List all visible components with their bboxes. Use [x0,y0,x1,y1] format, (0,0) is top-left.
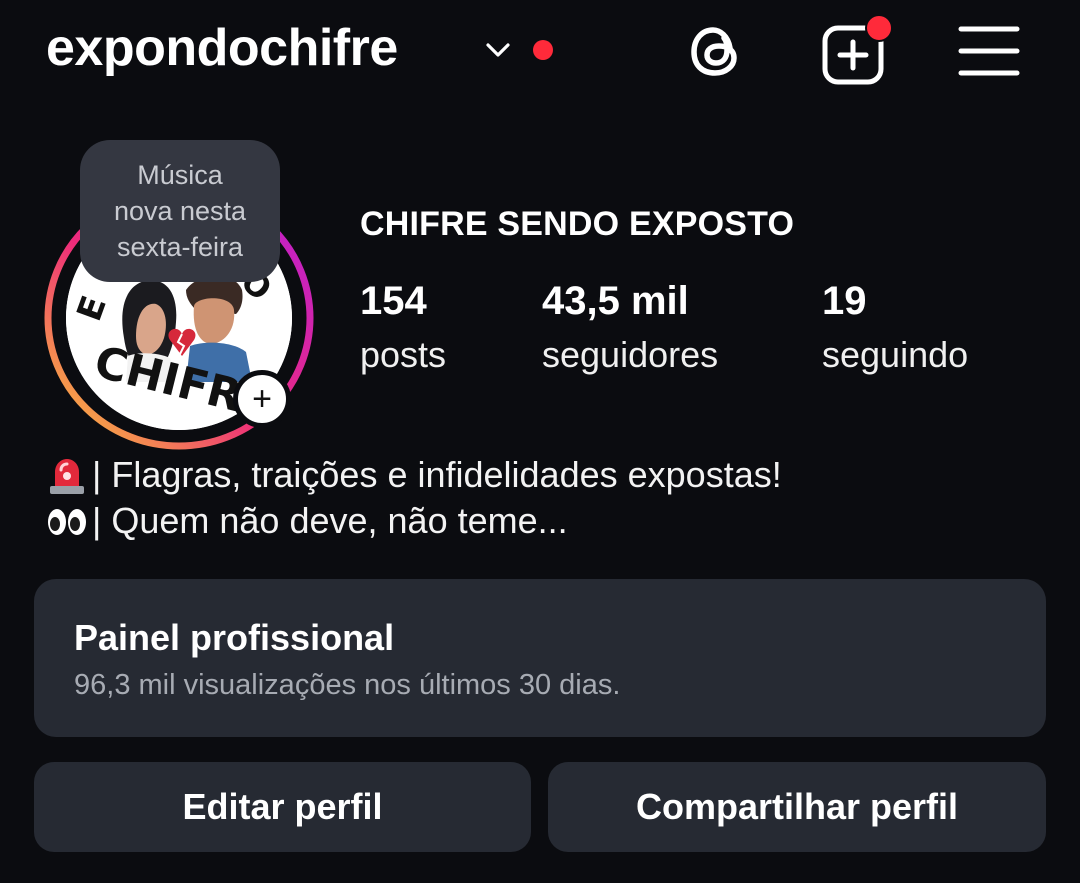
top-bar: expondochifre [0,0,1080,110]
stat-label: seguindo [822,334,969,375]
add-story-button[interactable]: + [233,370,291,428]
note-line: sexta-feira [116,232,244,262]
panel-subtitle: 96,3 mil visualizações nos últimos 30 di… [74,669,621,701]
stat-label: seguidores [542,334,719,375]
bio-line: | Quem não deve, não teme... [46,498,782,544]
stat-value: 154 [360,279,427,323]
bio-text: | Quem não deve, não teme... [92,500,568,541]
profile-bio: | Flagras, traições e infidelidades expo… [46,452,782,544]
note-bubble[interactable]: Música nova nesta sexta-feira [80,140,280,282]
edit-profile-button[interactable]: Editar perfil [34,762,531,852]
threads-icon[interactable] [688,22,746,80]
stat-value: 19 [822,279,867,323]
notification-dot [533,40,553,60]
note-line: Música [137,160,223,190]
stat-label: posts [360,334,447,375]
add-notification-dot [865,14,893,42]
professional-dashboard-card[interactable]: Painel profissional 96,3 mil visualizaçõ… [34,579,1046,737]
stat-followers[interactable]: 43,5 mil seguidores [542,278,718,376]
note-line: nova nesta [113,196,247,226]
display-name: CHIFRE SENDO EXPOSTO [360,205,795,243]
share-profile-button[interactable]: Compartilhar perfil [548,762,1046,852]
account-username[interactable]: expondochifre [46,18,398,78]
panel-title: Painel profissional [74,617,395,658]
stat-value: 43,5 mil [542,279,689,323]
stat-following[interactable]: 19 seguindo [822,278,968,376]
chevron-down-icon[interactable] [484,40,512,60]
stat-posts[interactable]: 154 posts [360,278,446,376]
siren-emoji [50,459,84,494]
bio-line: | Flagras, traições e infidelidades expo… [46,452,782,498]
menu-icon[interactable] [958,24,1020,78]
bio-text: | Flagras, traições e infidelidades expo… [92,454,782,495]
eyes-emoji [48,509,86,535]
